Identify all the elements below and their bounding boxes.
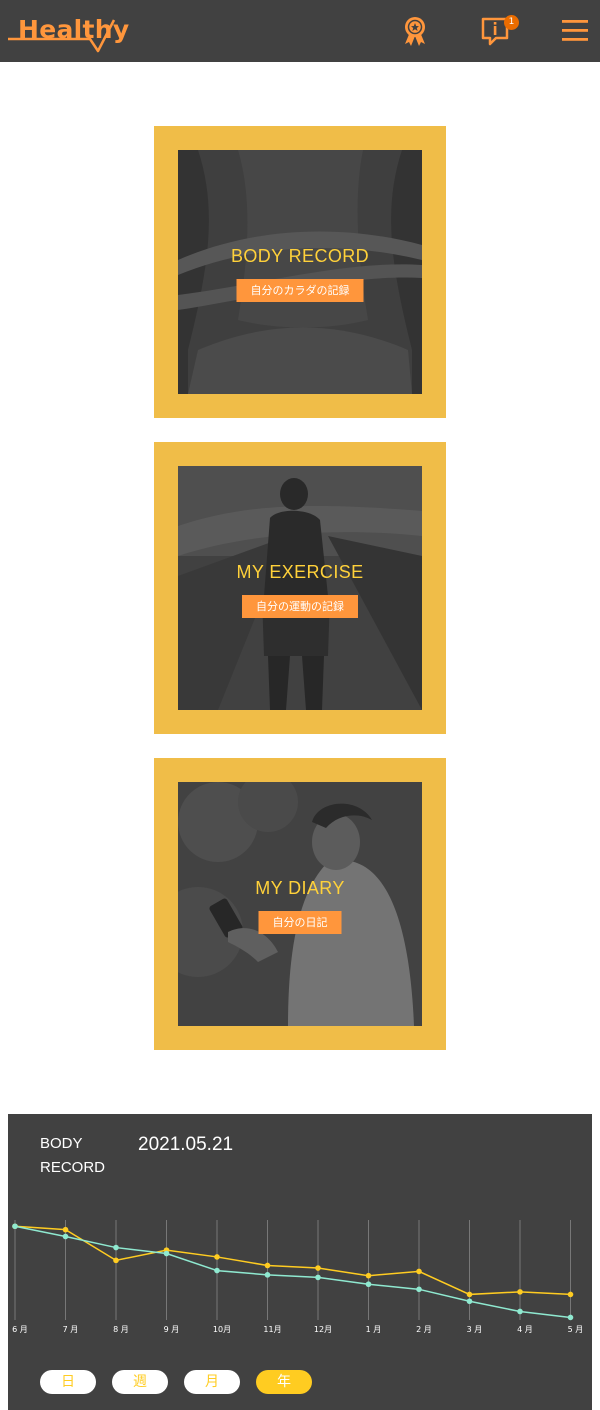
data-point — [12, 1223, 18, 1230]
x-tick-label: 9 月 — [164, 1325, 180, 1334]
body-record-panel: BODY RECORD 2021.05.21 6 月7 月8 月9 月 10月 11… — [8, 1114, 592, 1410]
data-point — [315, 1274, 321, 1281]
body-record-photo — [178, 150, 422, 394]
menu-icon[interactable] — [559, 14, 593, 48]
data-point — [365, 1281, 372, 1288]
my-diary-subtitle: 自分の日記 — [258, 911, 342, 934]
data-point — [416, 1268, 422, 1275]
data-point — [113, 1257, 119, 1264]
data-point — [62, 1226, 69, 1233]
logo-text: Healthy — [18, 15, 130, 44]
data-point — [365, 1272, 372, 1279]
series-line-1 — [14, 1225, 571, 1319]
body-record-title: BODY RECORD — [230, 246, 370, 266]
my-exercise-title: MY EXERCISE — [236, 562, 364, 582]
x-tick-label: 8 月 — [113, 1325, 129, 1334]
data-point — [214, 1254, 220, 1260]
x-tick-label: 3 月 — [467, 1325, 483, 1334]
tab-month[interactable]: 月 — [184, 1370, 240, 1394]
my-exercise-photo — [178, 466, 422, 710]
data-point — [466, 1291, 473, 1298]
x-tick-label: 1 月 — [366, 1325, 382, 1334]
data-point — [113, 1244, 119, 1251]
my-exercise-card[interactable]: MY EXERCISE 自分の運動の記録 — [154, 442, 446, 734]
x-tick-label: 5 月 — [568, 1325, 584, 1334]
body-record-card[interactable]: BODY RECORD 自分のカラダの記録 — [154, 126, 446, 418]
x-tick-label: 7 月 — [63, 1325, 79, 1334]
body-record-subtitle: 自分のカラダの記録 — [236, 279, 364, 302]
data-point — [163, 1250, 170, 1257]
my-diary-card[interactable]: MY DIARY 自分の日記 — [154, 758, 446, 1050]
x-tick-label: 2 月 — [416, 1325, 432, 1334]
tab-year[interactable]: 年 — [256, 1370, 312, 1394]
data-point — [466, 1298, 473, 1305]
data-point — [416, 1286, 422, 1293]
my-diary-title: MY DIARY — [255, 878, 345, 898]
medal-icon[interactable] — [398, 14, 432, 48]
data-point — [567, 1291, 574, 1298]
data-point — [264, 1262, 271, 1269]
data-point — [567, 1314, 574, 1321]
data-point — [62, 1233, 69, 1240]
body-record-chart: 6 月 7 月 8 月 9 月 10月 11月 12月 1 月 2 月 3 月 4 月 5 月 — [12, 1220, 584, 1334]
my-diary-photo — [178, 782, 422, 1026]
series-line-0 — [14, 1225, 571, 1296]
logo[interactable]: Healthy — [8, 6, 129, 56]
x-tick-label: 11月 — [263, 1325, 281, 1334]
notification-badge: 1 — [504, 15, 519, 30]
data-point — [315, 1265, 321, 1271]
top-bar: Healthy 1 — [0, 0, 600, 62]
data-point — [264, 1272, 271, 1278]
my-exercise-subtitle: 自分の運動の記録 — [242, 595, 358, 618]
data-point — [517, 1308, 523, 1315]
data-point — [517, 1289, 523, 1295]
x-tick-label: 4 月 — [517, 1325, 533, 1334]
x-tick-label: 12月 — [314, 1325, 332, 1334]
x-tick-label: 10月 — [213, 1325, 231, 1334]
tab-day[interactable]: 日 — [40, 1370, 96, 1394]
tab-week[interactable]: 週 — [112, 1370, 168, 1394]
data-point — [214, 1267, 220, 1274]
x-tick-label: 6 月 — [12, 1325, 28, 1334]
